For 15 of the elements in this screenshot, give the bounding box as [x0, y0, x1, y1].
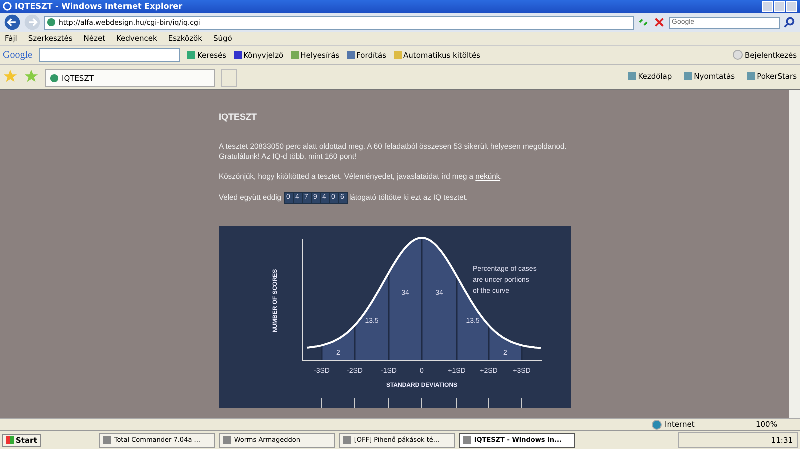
- search-icon[interactable]: [783, 16, 796, 29]
- browser-logo-icon: [3, 2, 12, 11]
- scrollbar[interactable]: [789, 90, 800, 418]
- google-logo: Google: [3, 50, 32, 60]
- minimize-button[interactable]: [762, 1, 773, 12]
- maximize-button[interactable]: [774, 1, 785, 12]
- stop-icon[interactable]: [653, 16, 666, 29]
- toolbar-search-field[interactable]: [39, 48, 180, 62]
- window-title: IQTESZT - Windows Internet Explorer: [15, 2, 183, 11]
- back-button[interactable]: [4, 14, 21, 31]
- new-tab-button[interactable]: [221, 69, 237, 87]
- add-favorite-icon[interactable]: [24, 68, 39, 84]
- favorites-star-icon[interactable]: [3, 68, 18, 84]
- page-heading: IQTESZT: [219, 112, 258, 122]
- close-button[interactable]: [786, 1, 797, 12]
